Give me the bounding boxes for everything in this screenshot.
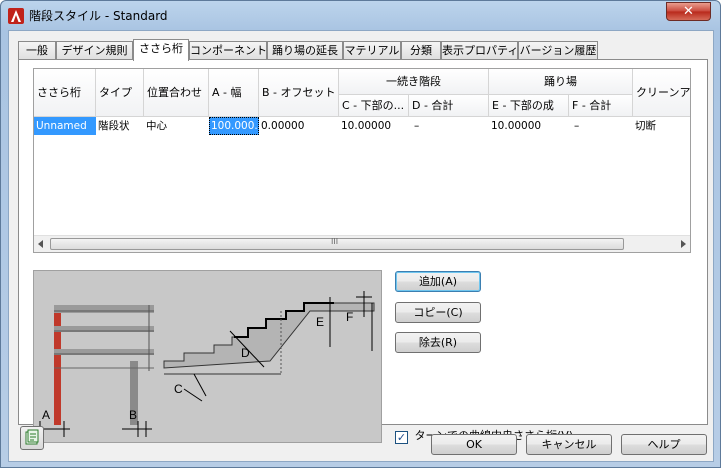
dialog-window: 階段スタイル - Standard ✕ 一般 デザイン規則 ささら桁 コンポーネ…: [0, 0, 721, 468]
cell-c-rise[interactable]: 10.00000: [339, 117, 409, 135]
cancel-button[interactable]: キャンセル: [526, 434, 612, 455]
cell-b-offset[interactable]: 0.00000: [259, 117, 339, 135]
cell-alignment[interactable]: 中心: [144, 117, 209, 135]
autocad-app-icon: [8, 8, 24, 24]
tab-materials[interactable]: マテリアル: [343, 41, 401, 60]
header-alignment[interactable]: 位置合わせ: [144, 69, 209, 117]
header-a-width[interactable]: A - 幅: [209, 69, 259, 117]
cell-f-total[interactable]: –: [569, 117, 633, 135]
cell-cleanup[interactable]: 切断: [633, 117, 690, 135]
header-stringer[interactable]: ささら桁: [34, 69, 96, 117]
header-c-rise[interactable]: C - 下部の...: [339, 95, 409, 117]
scroll-left-icon[interactable]: [37, 240, 45, 248]
header-group-landing: 踊り場: [489, 69, 633, 95]
dim-label-c: C: [174, 382, 183, 396]
scroll-grip-icon: III: [331, 237, 339, 246]
tab-classifications[interactable]: 分類: [401, 41, 441, 60]
stringer-preview-image: A B D C E F: [33, 270, 382, 443]
checkmark-icon: ✓: [396, 431, 407, 444]
cell-d-total[interactable]: –: [409, 117, 489, 135]
ok-button[interactable]: OK: [431, 434, 517, 455]
tab-components[interactable]: コンポーネント: [189, 41, 267, 60]
header-f-total[interactable]: F - 合計: [569, 95, 633, 117]
horizontal-scrollbar[interactable]: III: [34, 235, 690, 252]
copy-button[interactable]: コピー(C): [395, 302, 481, 323]
stringers-tab-panel: ささら桁 タイプ 位置合わせ A - 幅 B - オフセット 一続き階段 C -…: [18, 59, 708, 444]
stringer-grid[interactable]: ささら桁 タイプ 位置合わせ A - 幅 B - オフセット 一続き階段 C -…: [33, 68, 691, 253]
remove-button[interactable]: 除去(R): [395, 332, 481, 353]
dialog-client-area: 一般 デザイン規則 ささら桁 コンポーネント 踊り場の延長 マテリアル 分類 表…: [8, 30, 714, 462]
window-title: 階段スタイル - Standard: [29, 9, 168, 23]
tab-stringers[interactable]: ささら桁: [133, 39, 189, 61]
stair-diagram: A B D C E F: [38, 291, 375, 437]
scroll-right-icon[interactable]: [679, 240, 687, 248]
dim-label-e: E: [316, 315, 324, 329]
title-bar[interactable]: 階段スタイル - Standard ✕: [1, 1, 720, 29]
cell-type[interactable]: 階段状: [96, 117, 144, 135]
scrollbar-thumb[interactable]: III: [50, 237, 624, 250]
tab-display-properties[interactable]: 表示プロパティ: [441, 41, 518, 60]
header-group-flight: 一続き階段: [339, 69, 489, 95]
add-button[interactable]: 追加(A): [395, 271, 481, 292]
header-e-rise[interactable]: E - 下部の成: [489, 95, 569, 117]
header-cleanup[interactable]: クリーンアップ: [633, 69, 690, 117]
style-editor-icon: [25, 429, 39, 445]
header-type[interactable]: タイプ: [96, 69, 144, 117]
dim-label-d: D: [241, 346, 250, 360]
style-editor-icon-button[interactable]: [20, 426, 44, 450]
close-icon: ✕: [683, 4, 694, 19]
help-button[interactable]: ヘルプ: [621, 434, 707, 455]
cell-e-rise[interactable]: 10.00000: [489, 117, 569, 135]
tab-design-rules[interactable]: デザイン規則: [56, 41, 133, 60]
dim-label-f: F: [346, 310, 353, 324]
curve-center-stringer-checkbox[interactable]: ✓: [395, 431, 408, 444]
tab-version-history[interactable]: バージョン履歴: [518, 41, 598, 60]
dim-label-b: B: [129, 408, 137, 422]
cell-stringer-name[interactable]: Unnamed: [34, 117, 96, 135]
tab-general[interactable]: 一般: [18, 41, 56, 60]
cell-a-width[interactable]: 100.000...: [209, 117, 259, 135]
dim-label-a: A: [42, 408, 50, 422]
tab-landing-extensions[interactable]: 踊り場の延長: [267, 41, 343, 60]
close-button[interactable]: ✕: [666, 2, 711, 21]
header-b-offset[interactable]: B - オフセット: [259, 69, 339, 117]
header-d-total[interactable]: D - 合計: [409, 95, 489, 117]
